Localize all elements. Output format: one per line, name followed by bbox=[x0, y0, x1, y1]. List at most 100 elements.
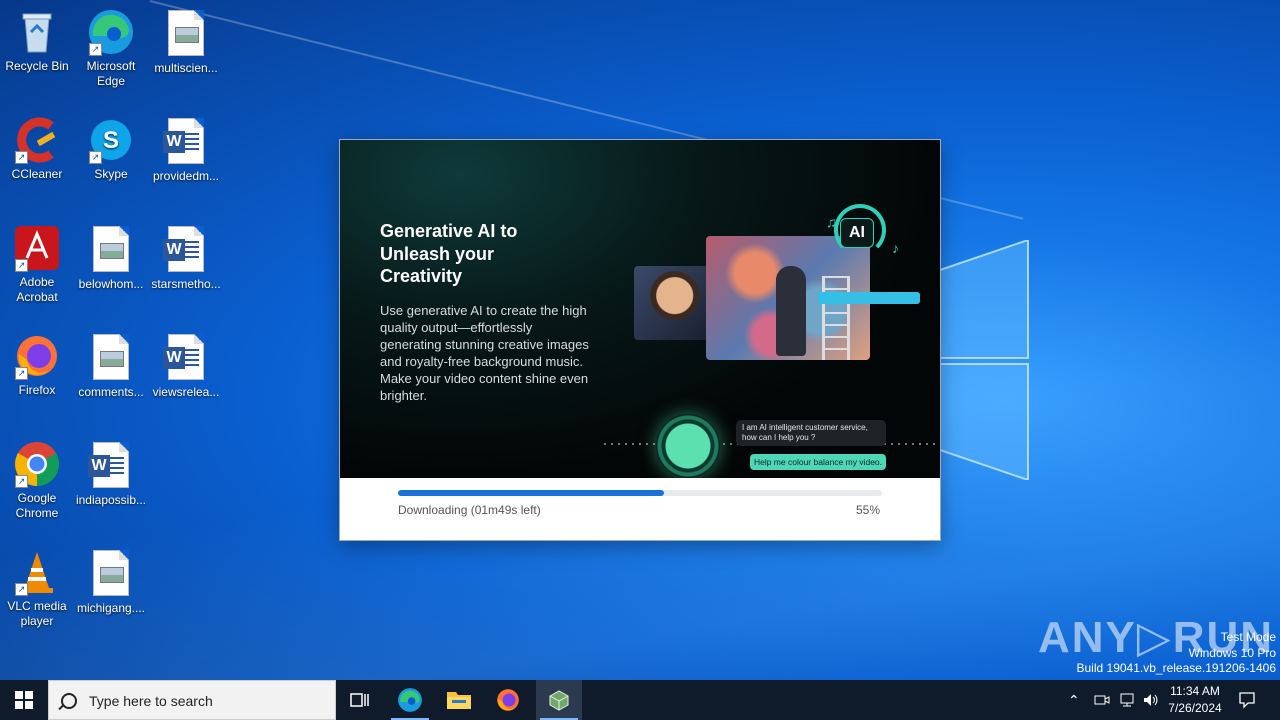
chat-bubble-reply: Help me colour balance my video. bbox=[750, 454, 886, 470]
taskbar-edge[interactable] bbox=[387, 680, 433, 720]
taskbar-installer[interactable] bbox=[536, 680, 582, 720]
desktop-icon-belowhom[interactable]: belowhom... bbox=[74, 224, 148, 292]
desktop-icon-label: VLC media player bbox=[7, 599, 67, 628]
desktop-icon-label: Firefox bbox=[18, 383, 56, 397]
desktop-icon-skype[interactable]: S ↗ Skype bbox=[74, 116, 148, 182]
promo-banner: Generative AI to Unleash your Creativity… bbox=[340, 140, 940, 478]
skype-icon: S ↗ bbox=[87, 116, 135, 164]
desktop-icon-viewsrelea[interactable]: W viewsrelea... bbox=[149, 332, 223, 400]
speaker-icon bbox=[1144, 694, 1158, 706]
banner-description: Use generative AI to create the high qua… bbox=[380, 303, 589, 403]
desktop-icon-label: viewsrelea... bbox=[152, 385, 220, 399]
download-status: Downloading (01m49s left) bbox=[398, 503, 541, 517]
desktop-icon-recycle-bin[interactable]: Recycle Bin bbox=[0, 8, 74, 74]
installer-package-icon bbox=[549, 690, 569, 711]
desktop-icon-label: Recycle Bin bbox=[5, 59, 69, 73]
desktop-icon-comments[interactable]: comments... bbox=[74, 332, 148, 400]
recycle-bin-icon bbox=[13, 8, 61, 56]
ai-badge: AI bbox=[840, 218, 874, 248]
shortcut-arrow-icon: ↗ bbox=[89, 151, 102, 164]
edge-icon: ↗ bbox=[87, 8, 135, 56]
desktop-icon-label: Microsoft Edge bbox=[86, 59, 136, 88]
watermark-edition: Windows 10 Pro bbox=[1188, 645, 1276, 660]
clock-date: 7/26/2024 bbox=[1168, 701, 1222, 715]
search-icon bbox=[61, 693, 77, 709]
desktop-icon-google-chrome[interactable]: ↗ Google Chrome bbox=[0, 440, 74, 521]
desktop-icon-firefox[interactable]: ↗ Firefox bbox=[0, 332, 74, 398]
firefox-icon: ↗ bbox=[13, 332, 61, 380]
network-icon bbox=[1120, 693, 1134, 707]
image-file-icon bbox=[93, 334, 129, 380]
vlc-cone-icon: ↗ bbox=[13, 548, 61, 596]
notification-icon bbox=[1239, 692, 1255, 709]
desktop-icon-adobe-acrobat[interactable]: ↗ Adobe Acrobat bbox=[0, 224, 74, 305]
os-watermark: Test Mode Windows 10 Pro Build 19041.vb_… bbox=[1077, 630, 1277, 677]
watermark-test-mode: Test Mode bbox=[1220, 630, 1276, 644]
image-file-icon bbox=[168, 10, 204, 56]
banner-title: Generative AI to Unleash your Creativity bbox=[380, 221, 518, 286]
tray-overflow-button[interactable]: ⌃ bbox=[1068, 680, 1080, 720]
desktop-icon-starsmetho[interactable]: W starsmetho... bbox=[149, 224, 223, 292]
desktop-icon-providedm[interactable]: W providedm... bbox=[149, 116, 223, 184]
image-file-icon bbox=[93, 226, 129, 272]
download-progress-fill bbox=[398, 490, 665, 496]
desktop-icon-label: starsmetho... bbox=[151, 277, 221, 291]
music-note-icon: ♪ bbox=[892, 240, 899, 256]
taskbar: Type here to search ⌃ 11:34 AM 7/26/2024 bbox=[0, 680, 1280, 720]
chrome-icon: ↗ bbox=[13, 440, 61, 488]
tray-network[interactable] bbox=[1118, 680, 1136, 720]
windows-start-icon bbox=[15, 691, 33, 709]
action-center-button[interactable] bbox=[1238, 680, 1256, 720]
desktop-icon-ccleaner[interactable]: ↗ CCleaner bbox=[0, 116, 74, 182]
taskbar-clock[interactable]: 11:34 AM 7/26/2024 bbox=[1160, 683, 1230, 717]
task-view-icon bbox=[350, 693, 369, 707]
word-document-icon: W bbox=[163, 118, 204, 164]
desktop-icon-label: belowhom... bbox=[78, 277, 144, 291]
ai-collage-illustration: AI ♫ ♪ I am AI intelligent customer serv… bbox=[604, 200, 940, 478]
shortcut-arrow-icon: ↗ bbox=[15, 583, 28, 596]
desktop-icon-multiscien[interactable]: multiscien... bbox=[149, 8, 223, 76]
download-progress-bar bbox=[398, 490, 882, 496]
firefox-icon bbox=[497, 689, 519, 711]
download-percent: 55% bbox=[855, 503, 880, 517]
desktop-icon-michigang[interactable]: michigang.... bbox=[74, 548, 148, 616]
desktop-icon-label: comments... bbox=[78, 385, 144, 399]
tray-volume[interactable] bbox=[1142, 680, 1160, 720]
task-view-button[interactable] bbox=[337, 680, 383, 720]
desktop-icon-label: Adobe Acrobat bbox=[16, 275, 58, 304]
installer-window: Generative AI to Unleash your Creativity… bbox=[340, 140, 940, 540]
start-button[interactable] bbox=[0, 680, 48, 720]
desktop-icon-vlc[interactable]: ↗ VLC media player bbox=[0, 548, 74, 629]
ccleaner-icon: ↗ bbox=[13, 116, 61, 164]
desktop-icon-label: multiscien... bbox=[154, 61, 218, 75]
desktop-icon-label: Skype bbox=[94, 167, 128, 181]
shortcut-arrow-icon: ↗ bbox=[15, 367, 28, 380]
word-document-icon: W bbox=[88, 442, 129, 488]
desktop-icon-indiapossib[interactable]: W indiapossib... bbox=[74, 440, 148, 508]
camera-icon bbox=[1094, 695, 1110, 705]
taskbar-firefox[interactable] bbox=[485, 680, 531, 720]
clock-time: 11:34 AM bbox=[1170, 684, 1220, 698]
shortcut-arrow-icon: ↗ bbox=[15, 475, 28, 488]
desktop-icon-label: CCleaner bbox=[11, 167, 63, 181]
chat-bubble-question: I am AI intelligent customer service, ho… bbox=[736, 420, 886, 446]
watermark-build: Build 19041.vb_release.191206-1406 bbox=[1076, 661, 1277, 675]
wallpaper-windows-logo bbox=[939, 240, 1029, 480]
ai-headphones-icon: AI bbox=[828, 204, 888, 260]
desktop-icon-label: providedm... bbox=[152, 169, 220, 183]
chevron-up-icon: ⌃ bbox=[1068, 691, 1080, 708]
word-document-icon: W bbox=[163, 334, 204, 380]
ai-assistant-orb-icon bbox=[656, 414, 720, 478]
desktop-icon-label: michigang.... bbox=[76, 601, 146, 615]
desktop-icon-microsoft-edge[interactable]: ↗ Microsoft Edge bbox=[74, 8, 148, 89]
image-file-icon bbox=[93, 550, 129, 596]
timeline-chip bbox=[818, 292, 920, 304]
search-placeholder: Type here to search bbox=[89, 693, 213, 709]
desktop-icon-label: indiapossib... bbox=[75, 493, 147, 507]
photo-podcaster bbox=[634, 266, 708, 340]
shortcut-arrow-icon: ↗ bbox=[15, 259, 28, 272]
tray-meet-now[interactable] bbox=[1094, 680, 1110, 720]
desktop-icon-label: Google Chrome bbox=[15, 491, 59, 520]
taskbar-file-explorer[interactable] bbox=[436, 680, 482, 720]
taskbar-search-box[interactable]: Type here to search bbox=[48, 680, 336, 720]
